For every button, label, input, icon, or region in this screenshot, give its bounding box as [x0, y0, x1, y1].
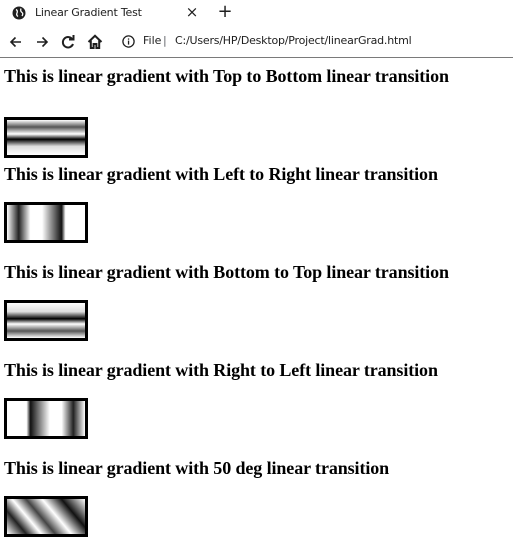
globe-icon	[12, 6, 26, 20]
gradient-box-bottom-to-top	[4, 300, 88, 341]
info-icon[interactable]	[122, 35, 135, 48]
url-text[interactable]: C:/Users/HP/Desktop/Project/linearGrad.h…	[175, 34, 412, 47]
home-icon[interactable]	[86, 33, 104, 51]
gradient-box-left-to-right	[4, 202, 88, 243]
tab-title: Linear Gradient Test	[35, 6, 142, 19]
url-scheme-label: File	[143, 34, 162, 47]
page-content: This is linear gradient with Top to Bott…	[0, 58, 513, 543]
demo-heading: This is linear gradient with Right to Le…	[4, 360, 438, 380]
tab-strip: Linear Gradient Test × +	[0, 0, 513, 27]
demo-heading: This is linear gradient with 50 deg line…	[4, 458, 390, 478]
gradient-box-50-deg	[4, 496, 88, 537]
back-icon[interactable]	[7, 33, 25, 51]
close-icon[interactable]: ×	[184, 4, 200, 20]
reload-icon[interactable]	[59, 33, 77, 51]
gradient-box-top-to-bottom	[4, 117, 88, 158]
tab-linear-gradient-test[interactable]: Linear Gradient Test ×	[0, 0, 205, 27]
browser-toolbar: File | C:/Users/HP/Desktop/Project/linea…	[0, 27, 513, 57]
demo-heading: This is linear gradient with Left to Rig…	[4, 164, 438, 184]
url-separator: |	[163, 34, 167, 47]
forward-icon[interactable]	[33, 33, 51, 51]
demo-heading: This is linear gradient with Bottom to T…	[4, 262, 449, 282]
plus-icon[interactable]: +	[217, 3, 233, 21]
demo-heading: This is linear gradient with Top to Bott…	[4, 66, 449, 86]
address-bar[interactable]: File | C:/Users/HP/Desktop/Project/linea…	[118, 32, 513, 52]
gradient-box-right-to-left	[4, 398, 88, 439]
